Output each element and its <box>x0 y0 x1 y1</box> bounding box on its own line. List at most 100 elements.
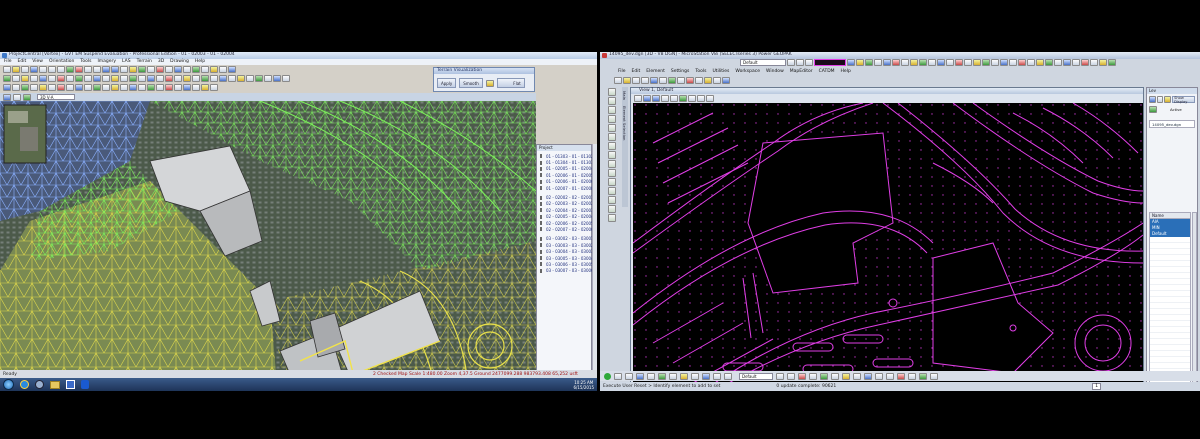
line-icon[interactable] <box>201 66 209 73</box>
project-list-item[interactable]: 01 - 02007 - 01 - 02008 <box>537 185 594 191</box>
viewport-tool-icon[interactable] <box>13 93 21 101</box>
tool-icon[interactable] <box>282 75 290 82</box>
quicktime-icon[interactable] <box>35 380 44 389</box>
project-list-item[interactable]: 02 - 02007 - 02 - 02006 <box>537 226 594 232</box>
tool-icon[interactable] <box>669 372 677 380</box>
tool-icon[interactable] <box>183 84 191 91</box>
tool-icon[interactable] <box>1018 59 1026 66</box>
tool-icon[interactable] <box>48 84 56 91</box>
smooth-button[interactable]: Smooth <box>459 78 483 88</box>
tool-icon[interactable] <box>901 59 909 66</box>
tool-icon[interactable] <box>156 75 164 82</box>
tool-icon[interactable] <box>264 75 272 82</box>
copy-icon[interactable] <box>48 66 56 73</box>
layer-dropdown[interactable]: 3D V-A <box>37 94 75 100</box>
tool-icon[interactable] <box>680 372 688 380</box>
delete-icon[interactable] <box>608 205 616 213</box>
print-icon[interactable] <box>641 77 649 84</box>
view-toggle-icon[interactable] <box>1149 106 1157 113</box>
tool-icon[interactable] <box>1009 59 1017 66</box>
level-list-scrollbar[interactable] <box>1192 212 1197 391</box>
left-menu-orientation[interactable]: Orientation <box>49 59 74 65</box>
tool-icon[interactable] <box>102 75 110 82</box>
left-menu-file[interactable]: File <box>4 59 12 65</box>
right-menu-tools[interactable]: Tools <box>695 69 706 75</box>
settings-icon[interactable] <box>228 66 236 73</box>
tool-icon[interactable] <box>908 372 916 380</box>
point-icon[interactable] <box>192 66 200 73</box>
tool-icon[interactable] <box>129 84 137 91</box>
apply-button[interactable]: Apply <box>437 78 457 88</box>
pan-icon[interactable] <box>120 66 128 73</box>
polygon-icon[interactable] <box>608 115 616 123</box>
checkbox-icon[interactable] <box>540 262 542 267</box>
outlook-icon[interactable] <box>66 380 75 389</box>
tool-icon[interactable] <box>30 75 38 82</box>
right-menu-catdm[interactable]: CATDM <box>819 69 835 75</box>
cut-icon[interactable] <box>39 66 47 73</box>
zoom-in-icon[interactable] <box>643 94 651 102</box>
save-icon[interactable] <box>21 66 29 73</box>
new-icon[interactable] <box>3 66 11 73</box>
tool-icon[interactable] <box>636 372 644 380</box>
checkbox-icon[interactable] <box>540 249 542 254</box>
tool-icon[interactable] <box>120 75 128 82</box>
stereo-icon[interactable] <box>174 66 182 73</box>
tool-icon[interactable] <box>650 77 658 84</box>
folder-icon[interactable] <box>50 380 60 389</box>
tool-icon[interactable] <box>842 372 850 380</box>
tool-icon[interactable] <box>991 59 999 66</box>
left-menu-drawing[interactable]: Drawing <box>170 59 189 65</box>
tool-icon[interactable] <box>1045 59 1053 66</box>
tool-icon[interactable] <box>111 75 119 82</box>
tool-icon[interactable] <box>847 59 855 66</box>
tool-icon[interactable] <box>883 59 891 66</box>
tab-main[interactable]: Main <box>622 87 627 100</box>
project-list-item[interactable]: 03 - 03007 - 03 - 03006 <box>537 268 594 274</box>
tool-icon[interactable] <box>12 75 20 82</box>
tab-element-selection[interactable]: Element Selection <box>622 100 627 140</box>
tool-icon[interactable] <box>66 75 74 82</box>
level-manager-icon[interactable] <box>1164 96 1172 103</box>
left-menu-help[interactable]: Help <box>195 59 205 65</box>
dimension-icon[interactable] <box>608 160 616 168</box>
tool-icon[interactable] <box>831 372 839 380</box>
tool-icon[interactable] <box>165 84 173 91</box>
checkbox-icon[interactable] <box>540 166 542 171</box>
right-menu-utilities[interactable]: Utilities <box>712 69 729 75</box>
tool-icon[interactable] <box>722 77 730 84</box>
project-list-item[interactable]: 01 - 02006 - 01 - 02005 <box>537 172 594 178</box>
tool-icon[interactable] <box>1036 59 1044 66</box>
rotate-view-icon[interactable] <box>679 94 687 102</box>
tool-icon[interactable] <box>273 75 281 82</box>
view-next-icon[interactable] <box>706 94 714 102</box>
tool-icon[interactable] <box>864 372 872 380</box>
checkbox-icon[interactable] <box>540 154 542 159</box>
tool-icon[interactable] <box>21 84 29 91</box>
right-menu-workspace[interactable]: Workspace <box>735 69 760 75</box>
open-folder-icon[interactable] <box>12 66 20 73</box>
checkbox-icon[interactable] <box>540 179 542 184</box>
viewport-tool-icon[interactable] <box>23 93 31 101</box>
tool-icon[interactable] <box>897 372 905 380</box>
project-list-item[interactable]: 01 - 01303 - 01 - 01302 <box>537 153 594 159</box>
bottom-level-dropdown[interactable]: Default <box>739 372 773 380</box>
tool-icon[interactable] <box>614 372 622 380</box>
tool-icon[interactable] <box>892 59 900 66</box>
fence-icon[interactable] <box>608 97 616 105</box>
go-icon[interactable] <box>604 372 611 380</box>
right-menu-file[interactable]: File <box>618 69 626 75</box>
tool-icon[interactable] <box>183 75 191 82</box>
tool-icon[interactable] <box>647 372 655 380</box>
tool-icon[interactable] <box>30 84 38 91</box>
tool-icon[interactable] <box>1072 59 1080 66</box>
tool-icon[interactable] <box>12 84 20 91</box>
project-list-item[interactable]: 01 - 02005 - 01 - 02004 <box>537 166 594 172</box>
checkbox-icon[interactable] <box>540 214 542 219</box>
project-list-item[interactable]: 02 - 02006 - 02 - 02005 <box>537 220 594 226</box>
tool-icon[interactable] <box>39 75 47 82</box>
right-menu-window[interactable]: Window <box>766 69 784 75</box>
project-list-item[interactable]: 02 - 02005 - 02 - 02004 <box>537 214 594 220</box>
tool-icon[interactable] <box>192 84 200 91</box>
redo-icon[interactable] <box>93 66 101 73</box>
